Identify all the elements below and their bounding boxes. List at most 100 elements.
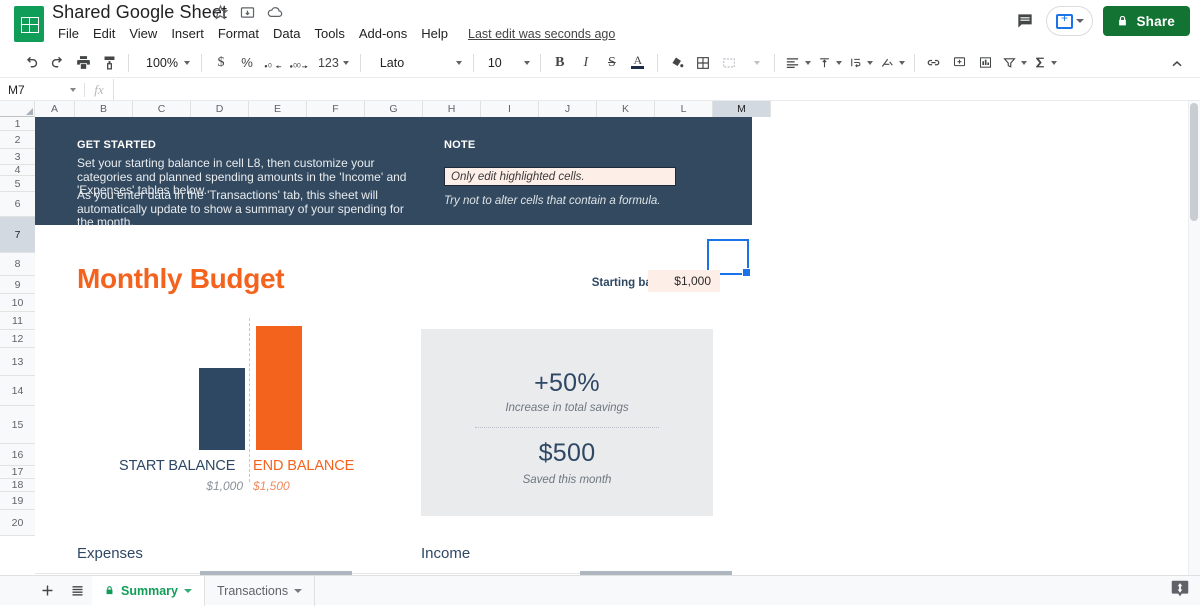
undo-icon[interactable] (18, 50, 44, 76)
starting-balance-cell[interactable]: $1,000 (648, 270, 720, 292)
italic-button[interactable]: I (573, 50, 599, 76)
vertical-scrollbar-thumb[interactable] (1190, 103, 1198, 221)
column-header-l[interactable]: L (655, 101, 713, 117)
functions-sigma-icon[interactable] (1030, 50, 1060, 76)
insert-link-icon[interactable] (921, 50, 947, 76)
text-color-icon[interactable]: A (625, 50, 651, 76)
star-icon[interactable] (212, 4, 229, 21)
insert-chart-icon[interactable] (973, 50, 999, 76)
column-header-e[interactable]: E (249, 101, 307, 117)
row-header-13[interactable]: 13 (0, 348, 35, 376)
vertical-align-icon[interactable] (814, 50, 845, 76)
name-box[interactable]: M7 (0, 79, 84, 101)
strikethrough-button[interactable]: S (599, 50, 625, 76)
all-sheets-icon[interactable] (62, 576, 92, 606)
share-button[interactable]: Share (1103, 6, 1190, 36)
select-all-corner[interactable] (0, 101, 35, 117)
sheet-tab-summary[interactable]: Summary (92, 576, 205, 606)
row-header-6[interactable]: 6 (0, 192, 35, 217)
font-size-select[interactable]: 10 (480, 50, 534, 76)
row-header-3[interactable]: 3 (0, 149, 35, 165)
join-meet-button[interactable] (1046, 6, 1093, 36)
column-header-g[interactable]: G (365, 101, 423, 117)
percent-icon[interactable]: % (234, 50, 260, 76)
text-wrap-icon[interactable] (845, 50, 876, 76)
row-header-10[interactable]: 10 (0, 294, 35, 312)
note-subtext: Try not to alter cells that contain a fo… (444, 195, 660, 207)
insert-comment-icon[interactable] (947, 50, 973, 76)
increase-decimal-icon[interactable]: 00 (286, 50, 313, 76)
column-header-d[interactable]: D (191, 101, 249, 117)
sheet-tab-transactions[interactable]: Transactions (205, 576, 315, 606)
formula-input[interactable] (113, 79, 1200, 101)
menu-tools[interactable]: Tools (308, 25, 350, 42)
column-header-a[interactable]: A (35, 101, 75, 117)
vertical-scrollbar[interactable] (1188, 101, 1200, 575)
row-header-20[interactable]: 20 (0, 510, 35, 536)
menu-insert[interactable]: Insert (165, 25, 210, 42)
menu-addons[interactable]: Add-ons (353, 25, 413, 42)
row-header-18[interactable]: 18 (0, 479, 35, 492)
row-header-8[interactable]: 8 (0, 253, 35, 276)
row-header-15[interactable]: 15 (0, 406, 35, 444)
redo-icon[interactable] (44, 50, 70, 76)
row-header-11[interactable]: 11 (0, 312, 35, 330)
number-format-select[interactable]: 123 (313, 50, 354, 76)
filter-icon[interactable] (999, 50, 1030, 76)
row-header-4[interactable]: 4 (0, 165, 35, 176)
menu-edit[interactable]: Edit (87, 25, 121, 42)
chevron-up-icon[interactable] (1166, 54, 1188, 74)
add-sheet-icon[interactable] (32, 576, 62, 606)
column-header-k[interactable]: K (597, 101, 655, 117)
savings-percent-caption: Increase in total savings (421, 402, 713, 414)
column-header-f[interactable]: F (307, 101, 365, 117)
column-header-j[interactable]: J (539, 101, 597, 117)
bold-button[interactable]: B (547, 50, 573, 76)
text-color-swatch (631, 66, 644, 69)
menu-file[interactable]: File (52, 25, 85, 42)
text-rotation-icon[interactable] (876, 50, 908, 76)
decrease-decimal-icon[interactable]: 0 (260, 50, 286, 76)
merge-cells-dropdown[interactable] (742, 50, 768, 76)
fill-color-icon[interactable] (664, 50, 690, 76)
zoom-select[interactable]: 100% (135, 50, 195, 76)
currency-icon[interactable]: $ (208, 50, 234, 76)
cloud-saved-icon[interactable] (266, 4, 283, 21)
chevron-down-icon[interactable] (294, 589, 302, 593)
column-header-i[interactable]: I (481, 101, 539, 117)
document-title[interactable]: Shared Google Sheet (52, 2, 227, 23)
bar-start-balance (199, 368, 245, 450)
column-header-h[interactable]: H (423, 101, 481, 117)
merge-cells-icon[interactable] (716, 50, 742, 76)
explore-icon[interactable] (1168, 577, 1192, 601)
move-to-folder-icon[interactable] (239, 4, 256, 21)
row-header-17[interactable]: 17 (0, 466, 35, 479)
row-header-12[interactable]: 12 (0, 330, 35, 348)
row-header-19[interactable]: 19 (0, 492, 35, 510)
column-header-b[interactable]: B (75, 101, 133, 117)
row-header-16[interactable]: 16 (0, 444, 35, 466)
borders-icon[interactable] (690, 50, 716, 76)
google-sheets-icon[interactable] (14, 6, 44, 42)
menu-help[interactable]: Help (415, 25, 454, 42)
row-header-9[interactable]: 9 (0, 276, 35, 294)
font-family-select[interactable]: Lato (367, 50, 467, 76)
chevron-down-icon (867, 61, 873, 65)
row-header-5[interactable]: 5 (0, 176, 35, 192)
horizontal-align-icon[interactable] (781, 50, 814, 76)
chevron-down-icon[interactable] (184, 589, 192, 593)
column-header-m[interactable]: M (713, 101, 771, 117)
row-header-1[interactable]: 1 (0, 117, 35, 131)
row-header-14[interactable]: 14 (0, 376, 35, 406)
print-icon[interactable] (70, 50, 96, 76)
row-header-7[interactable]: 7 (0, 217, 35, 253)
last-edit-status[interactable]: Last edit was seconds ago (468, 27, 615, 41)
row-header-2[interactable]: 2 (0, 131, 35, 149)
paint-format-icon[interactable] (96, 50, 122, 76)
note-editable-cell[interactable]: Only edit highlighted cells. (444, 167, 676, 186)
menu-data[interactable]: Data (267, 25, 306, 42)
menu-format[interactable]: Format (212, 25, 265, 42)
column-header-c[interactable]: C (133, 101, 191, 117)
menu-view[interactable]: View (123, 25, 163, 42)
comment-history-icon[interactable] (1014, 10, 1036, 32)
